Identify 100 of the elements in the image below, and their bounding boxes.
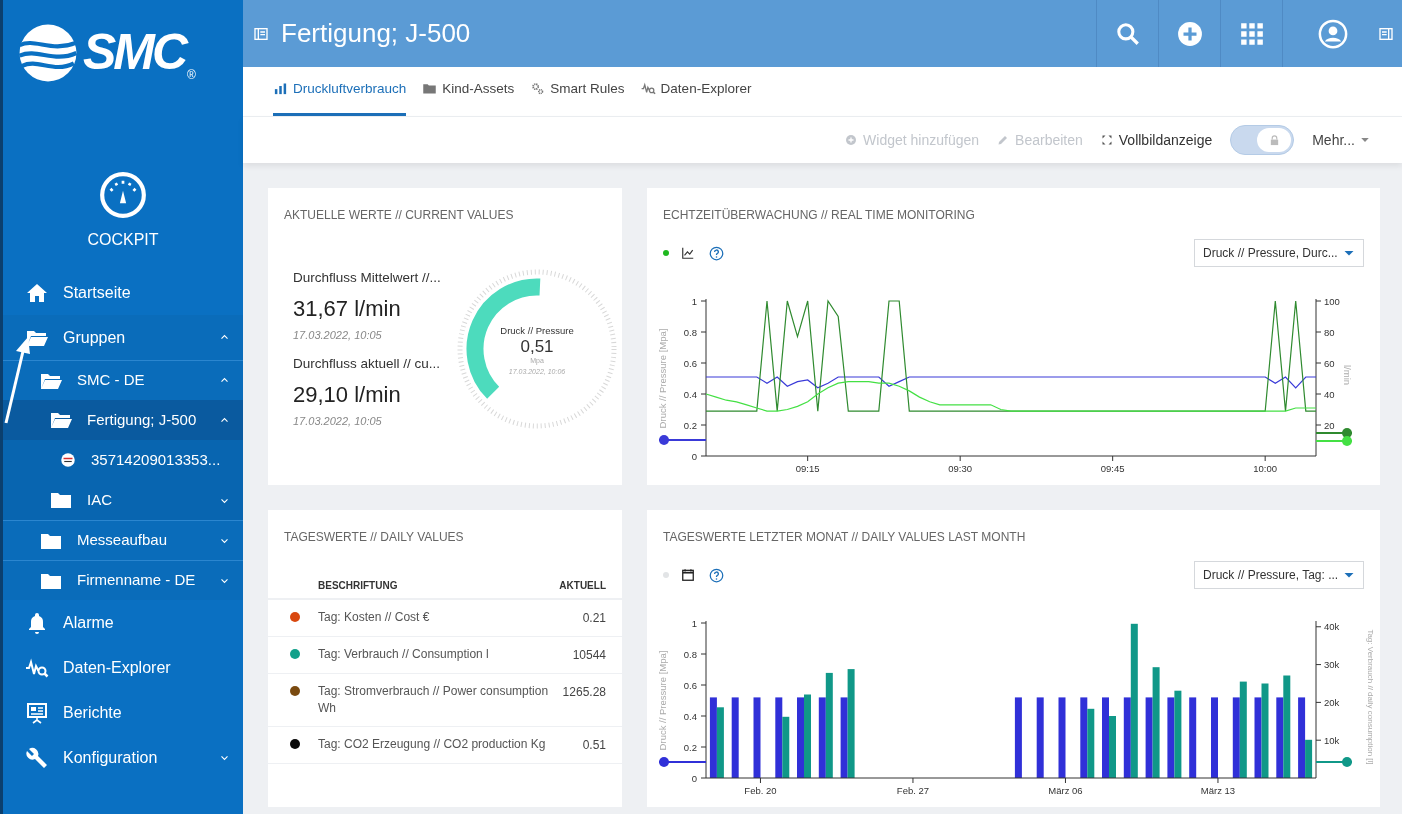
axis-title: Tag: Verbrauch // daily consumption [l] bbox=[1366, 629, 1375, 765]
sidebar-item[interactable]: 35714209013353... bbox=[3, 440, 243, 480]
axis-title: Druck // Pressure [Mpa] bbox=[657, 650, 668, 751]
sidebar-item[interactable]: Firmenname - DE bbox=[3, 560, 243, 600]
card-title: ECHTZEITÜBERWACHUNG // REAL TIME MONITORING bbox=[662, 207, 976, 224]
series-dropdown[interactable]: Druck // Pressure, Tag: ... bbox=[1194, 561, 1364, 589]
axis-tick-label: 0 bbox=[691, 772, 697, 784]
axis-tick-label: 0.6 bbox=[683, 679, 697, 691]
sidebar-item[interactable]: SMC - DE bbox=[3, 360, 243, 400]
add-icon[interactable] bbox=[1176, 20, 1203, 47]
axis-tick-label: 10k bbox=[1324, 734, 1340, 746]
axis-tick-label: 1 bbox=[691, 617, 697, 629]
column-header: AKTUELL bbox=[559, 578, 606, 593]
sidebar-item[interactable]: Konfiguration bbox=[3, 735, 243, 780]
line-chart-icon[interactable] bbox=[681, 246, 695, 260]
table-cell-text: 10544 bbox=[572, 647, 606, 664]
axis-tick-label: Feb. 27 bbox=[896, 785, 930, 796]
chevron-down-icon bbox=[220, 753, 229, 762]
axis-tick-label: 0.6 bbox=[683, 357, 697, 369]
axis-tick-label: 1 bbox=[691, 295, 697, 307]
axis-tick-label: 0 bbox=[691, 450, 697, 462]
axis-tick-label: 0.4 bbox=[683, 710, 697, 722]
logo-text: SMC bbox=[83, 23, 186, 82]
user-icon[interactable] bbox=[1318, 18, 1348, 49]
range-handle[interactable] bbox=[1315, 757, 1353, 767]
axis-tick-label: 09:30 bbox=[948, 463, 973, 474]
more-dropdown[interactable]: Mehr... bbox=[1312, 129, 1370, 151]
range-handle[interactable] bbox=[1315, 428, 1353, 438]
axis-tick-label: 0.8 bbox=[683, 326, 697, 338]
sidebar-item[interactable]: Startseite bbox=[3, 270, 243, 315]
axis-tick-label: 60 bbox=[1324, 357, 1335, 369]
search-icon[interactable] bbox=[1114, 20, 1141, 47]
table-cell-text: 0.21 bbox=[582, 610, 606, 627]
plus-icon bbox=[845, 134, 858, 146]
lock-icon bbox=[1268, 134, 1280, 146]
card-title: TAGESWERTE // DAILY VALUES bbox=[283, 529, 465, 546]
axis-tick-label: März 13 bbox=[1200, 785, 1236, 796]
page-title: Fertigung; J-500 bbox=[281, 17, 472, 50]
registered-mark: ® bbox=[187, 67, 196, 84]
sidebar-item[interactable]: Berichte bbox=[3, 690, 243, 735]
range-handle[interactable] bbox=[658, 757, 707, 767]
axis-tick-label: 09:45 bbox=[1100, 463, 1125, 474]
axis-tick-label: 10:00 bbox=[1253, 463, 1278, 474]
lock-toggle[interactable] bbox=[1230, 125, 1295, 155]
gauge-value: 0,51 bbox=[520, 338, 554, 357]
help-icon[interactable] bbox=[709, 567, 724, 583]
value-timestamp: 17.03.2022, 10:05 bbox=[293, 328, 383, 344]
table-cell-text: Tag: Stromverbrauch // Power consumption Wh bbox=[318, 683, 550, 717]
axis-tick-label: 20 bbox=[1324, 419, 1335, 431]
panel-toggle-icon[interactable] bbox=[1378, 25, 1394, 42]
table-cell-text: Tag: Verbrauch // Consumption l bbox=[318, 646, 490, 663]
expand-icon bbox=[1100, 134, 1113, 146]
cockpit-label: COCKPIT bbox=[87, 230, 159, 250]
gauge-icon[interactable] bbox=[98, 170, 148, 220]
axis-tick-label: 0.4 bbox=[683, 388, 697, 400]
value-label: Durchfluss Mittelwert //... bbox=[293, 269, 442, 287]
pencil-icon bbox=[997, 134, 1010, 146]
chevron-down-icon bbox=[220, 576, 229, 585]
axis-tick-label: 40k bbox=[1324, 621, 1340, 633]
caret-down-icon bbox=[1360, 135, 1370, 145]
tab[interactable]: Smart Rules bbox=[530, 78, 625, 116]
help-icon[interactable] bbox=[709, 245, 724, 261]
sidebar-item[interactable]: Gruppen bbox=[3, 315, 243, 360]
series-dropdown[interactable]: Druck // Pressure, Durc... bbox=[1194, 239, 1364, 267]
chevron-up-icon bbox=[220, 376, 229, 385]
axis-tick-label: März 06 bbox=[1048, 785, 1083, 796]
axis-tick-label: 0.2 bbox=[683, 419, 697, 431]
axis-tick-label: 100 bbox=[1324, 295, 1340, 307]
axis-tick-label: 20k bbox=[1324, 696, 1340, 708]
sidebar-toggle-icon[interactable] bbox=[253, 25, 269, 42]
sidebar-item[interactable]: Fertigung; J-500 bbox=[3, 400, 243, 440]
toolbar-button[interactable]: Vollbildanzeige bbox=[1100, 129, 1213, 151]
axis-title: Druck // Pressure [Mpa] bbox=[657, 328, 668, 429]
chevron-down-icon bbox=[220, 536, 229, 545]
table-cell-text: Tag: CO2 Erzeugung // CO2 production Kg bbox=[318, 736, 547, 753]
table-cell-text: 1265.28 bbox=[562, 684, 606, 701]
value-reading: 29,10 l/min bbox=[293, 381, 402, 409]
tab[interactable]: Kind-Assets bbox=[422, 78, 515, 116]
sidebar-item[interactable]: Alarme bbox=[3, 600, 243, 645]
logo-emblem-icon bbox=[17, 22, 79, 84]
calendar-icon[interactable] bbox=[681, 568, 695, 582]
axis-tick-label: 0.8 bbox=[683, 648, 697, 660]
tab[interactable]: Daten-Explorer bbox=[640, 78, 752, 116]
range-handle[interactable] bbox=[658, 435, 707, 445]
gauge-label: Druck // Pressure bbox=[500, 324, 574, 339]
chevron-up-icon bbox=[220, 415, 229, 425]
axis-tick-label: 09:15 bbox=[795, 463, 820, 474]
wave-magnifier-icon bbox=[640, 81, 656, 97]
wrench-icon bbox=[25, 745, 49, 770]
chevron-up-icon bbox=[220, 333, 229, 342]
range-handle[interactable] bbox=[1315, 436, 1353, 446]
sidebar-item[interactable]: Messeaufbau bbox=[3, 520, 243, 560]
axis-tick-label: 80 bbox=[1324, 326, 1335, 338]
sidebar-item[interactable]: IAC bbox=[3, 480, 243, 520]
axis-tick-label: Feb. 20 bbox=[744, 785, 777, 796]
axis-tick-label: 40 bbox=[1324, 388, 1335, 400]
apps-grid-icon[interactable] bbox=[1238, 20, 1265, 47]
gears-icon bbox=[530, 81, 546, 97]
table-cell-text: Tag: Kosten // Cost € bbox=[318, 609, 431, 626]
sidebar-item[interactable]: Daten-Explorer bbox=[3, 645, 243, 690]
